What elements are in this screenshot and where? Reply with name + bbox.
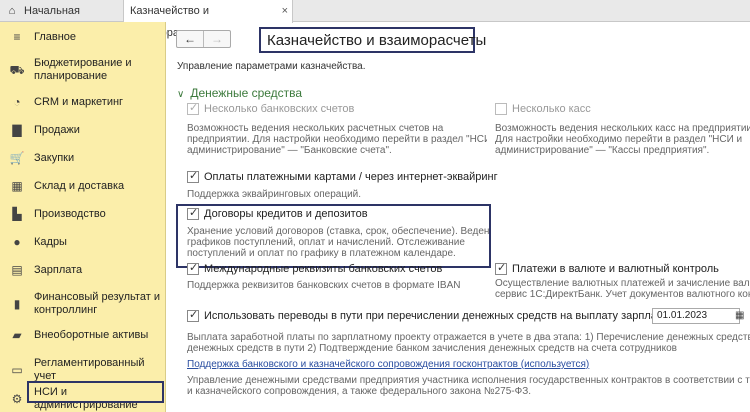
bag-icon: ▇ xyxy=(12,123,22,137)
desc-bank-accounts: Возможность ведения нескольких расчетных… xyxy=(187,123,487,156)
desc-transfers: Выплата заработной платы по зарплатному … xyxy=(187,332,750,354)
truck-icon: ▰ xyxy=(12,328,22,342)
warehouse-icon: ▦ xyxy=(11,179,23,193)
chevron-down-icon: ∨ xyxy=(177,89,185,100)
page-title: Казначейство и взаиморасчеты xyxy=(267,32,487,49)
sidebar-item-crm[interactable]: ◔ CRM и маркетинг xyxy=(0,96,166,109)
checkbox-label: Несколько касс xyxy=(512,103,591,115)
forward-button[interactable]: → xyxy=(203,31,230,47)
page-subtitle: Управление параметрами казначейства. xyxy=(177,61,366,72)
chart-icon: ⛟ xyxy=(9,62,25,77)
checkbox-box[interactable] xyxy=(187,169,199,183)
sidebar-item-label: Бюджетирование и планирование xyxy=(34,57,132,82)
sidebar-item-label: Внеоборотные активы xyxy=(34,329,149,341)
sidebar-item-purchases[interactable]: 🛒 Закупки xyxy=(0,152,166,165)
sidebar-item-label: Финансовый результат и контроллинг xyxy=(34,291,160,316)
sidebar-item-label: Склад и доставка xyxy=(34,180,125,192)
sidebar-item-label: Главное xyxy=(34,31,77,43)
sidebar-item-label: Зарплата xyxy=(34,264,83,276)
sidebar-item-label: Закупки xyxy=(34,152,75,164)
back-button[interactable]: ← xyxy=(177,31,203,47)
cart-icon: 🛒 xyxy=(9,151,25,165)
wallet-icon: ▤ xyxy=(11,263,23,277)
sidebar-item-warehouse[interactable]: ▦ Склад и доставка xyxy=(0,180,166,193)
desc-loans: Хранение условий договоров (ставка, срок… xyxy=(187,226,489,259)
sidebar: ≡ Главное ⛟ Бюджетирование и планирование … xyxy=(0,22,166,412)
tab-treasury[interactable]: Казначейство и взаиморасчеты × xyxy=(123,0,293,39)
checkbox-cash-desks[interactable]: Несколько касс xyxy=(495,103,591,115)
checkbox-currency[interactable]: Платежи в валюте и валютный контроль xyxy=(495,261,719,275)
pie-icon: ◔ xyxy=(13,95,21,109)
checkbox-label: Несколько банковских счетов xyxy=(204,103,355,115)
sidebar-item-fixed-assets[interactable]: ▰ Внеоборотные активы xyxy=(0,329,166,342)
sidebar-item-financial-result[interactable]: ▮ Финансовый результат и контроллинг xyxy=(0,291,166,317)
sidebar-item-label: Производство xyxy=(34,208,106,220)
tab-bar: ⌂Начальная страница Казначейство и взаим… xyxy=(0,0,750,39)
checkbox-box[interactable] xyxy=(495,103,507,115)
checkbox-bank-accounts[interactable]: Несколько банковских счетов xyxy=(187,101,355,115)
sidebar-item-regulated-accounting[interactable]: ▭ Регламентированный учет xyxy=(0,357,166,383)
checkbox-card-payments[interactable]: Оплаты платежными картами / через интерн… xyxy=(187,169,498,183)
section-title: Денежные средства xyxy=(190,86,303,100)
sidebar-item-salary[interactable]: ▤ Зарплата xyxy=(0,264,166,277)
ledger-icon: ▭ xyxy=(11,362,23,377)
desc-intl-details: Поддержка реквизитов банковских счетов в… xyxy=(187,280,461,291)
sidebar-item-production[interactable]: ▙ Производство xyxy=(0,208,166,221)
desc-currency: Осуществление валютных платежей и зачисл… xyxy=(495,278,750,300)
bar-chart-icon: ▮ xyxy=(13,296,21,311)
selection-highlight xyxy=(27,381,164,403)
sidebar-item-budgeting[interactable]: ⛟ Бюджетирование и планирование xyxy=(0,57,166,83)
history-nav: ← → xyxy=(176,30,231,48)
sidebar-item-hr[interactable]: ● Кадры xyxy=(0,236,166,249)
close-icon[interactable]: × xyxy=(282,0,288,22)
person-icon: ● xyxy=(13,235,21,249)
checkbox-label: Платежи в валюте и валютный контроль xyxy=(512,263,719,275)
calendar-icon[interactable]: ▦ xyxy=(735,310,744,321)
factory-icon: ▙ xyxy=(12,207,22,221)
sidebar-item-label: Регламентированный учет xyxy=(34,357,145,382)
sidebar-item-label: Продажи xyxy=(34,124,80,136)
support-link[interactable]: Поддержка банковского и казначейского со… xyxy=(187,359,589,370)
checkbox-intl-details[interactable]: Международные реквизиты банковских счето… xyxy=(187,261,443,275)
checkbox-box[interactable] xyxy=(187,101,199,115)
sidebar-item-label: Кадры xyxy=(34,236,67,248)
checkbox-box[interactable] xyxy=(187,206,199,220)
checkbox-box[interactable] xyxy=(187,261,199,275)
checkbox-transfers[interactable]: Использовать переводы в пути при перечис… xyxy=(187,308,727,322)
desc-cash-desks: Возможность ведения нескольких касс на п… xyxy=(495,123,750,156)
checkbox-loans[interactable]: Договоры кредитов и депозитов xyxy=(187,206,368,220)
checkbox-box[interactable] xyxy=(187,308,199,322)
main-panel: ← → Казначейство и взаиморасчеты Управле… xyxy=(167,23,750,412)
home-icon: ⌂ xyxy=(8,5,16,17)
sidebar-item-label: CRM и маркетинг xyxy=(34,96,124,108)
checkbox-label: Использовать переводы в пути при перечис… xyxy=(204,310,727,322)
checkbox-label: Международные реквизиты банковских счето… xyxy=(204,263,443,275)
desc-card-payments: Поддержка эквайринговых операций. xyxy=(187,189,362,200)
sidebar-item-main[interactable]: ≡ Главное xyxy=(0,31,166,44)
desc-support: Управление денежными средствами предприя… xyxy=(187,375,750,397)
checkbox-label: Договоры кредитов и депозитов xyxy=(204,208,368,220)
start-date-input[interactable]: 01.01.2023 xyxy=(652,308,740,324)
sidebar-item-sales[interactable]: ▇ Продажи xyxy=(0,124,166,137)
checkbox-box[interactable] xyxy=(495,261,507,275)
menu-icon: ≡ xyxy=(13,30,21,44)
section-money[interactable]: ∨ Денежные средства xyxy=(177,86,302,100)
tab-home[interactable]: ⌂Начальная страница xyxy=(0,0,120,39)
checkbox-label: Оплаты платежными картами / через интерн… xyxy=(204,171,498,183)
